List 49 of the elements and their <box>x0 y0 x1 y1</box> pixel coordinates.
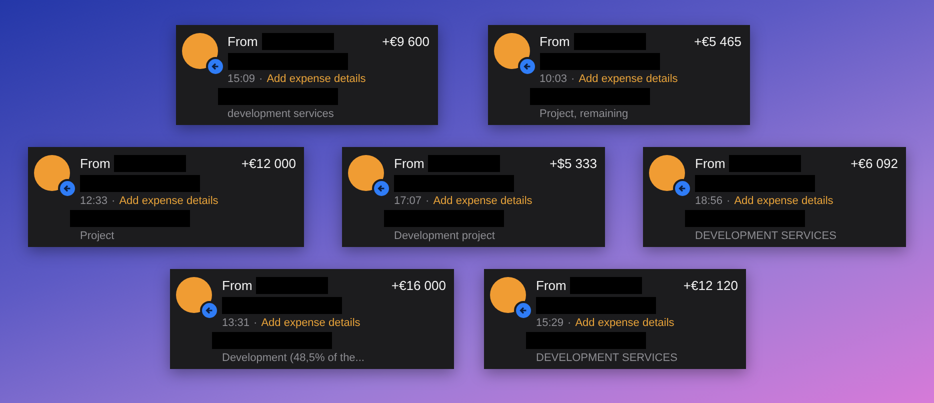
amount: +€6 092 <box>850 156 898 171</box>
separator: · <box>568 317 572 329</box>
add-expense-link[interactable]: Add expense details <box>261 317 360 329</box>
description: DEVELOPMENT SERVICES <box>695 230 838 242</box>
separator: · <box>259 73 263 85</box>
sender-label: From <box>222 278 252 293</box>
add-expense-link[interactable]: Add expense details <box>578 73 678 85</box>
amount: +€12 000 <box>241 156 296 171</box>
sender-label: From <box>228 34 258 49</box>
add-expense-link[interactable]: Add expense details <box>433 195 532 207</box>
avatar <box>649 155 685 191</box>
time: 18:56 <box>695 195 723 207</box>
add-expense-link[interactable]: Add expense details <box>119 195 218 207</box>
description: development services <box>228 108 335 120</box>
separator: · <box>254 317 258 329</box>
sender-label: From <box>80 156 110 171</box>
add-expense-link[interactable]: Add expense details <box>266 73 366 85</box>
time: 10:03 <box>540 73 568 85</box>
separator: · <box>112 195 116 207</box>
avatar <box>494 33 530 69</box>
time: 13:31 <box>222 317 250 329</box>
separator: · <box>426 195 430 207</box>
description: Project, remaining <box>540 108 630 120</box>
amount: +$5 333 <box>550 156 597 171</box>
time: 12:33 <box>80 195 108 207</box>
avatar <box>490 277 526 313</box>
time: 17:07 <box>394 195 422 207</box>
separator: · <box>726 195 730 207</box>
description: DEVELOPMENT SERVICES <box>536 352 678 364</box>
avatar <box>34 155 70 191</box>
separator: · <box>571 73 575 85</box>
add-expense-link[interactable]: Add expense details <box>575 317 674 329</box>
sender-label: From <box>540 34 570 49</box>
add-expense-link[interactable]: Add expense details <box>734 195 834 207</box>
avatar <box>348 155 384 191</box>
description: Development project <box>394 230 496 242</box>
time: 15:09 <box>228 73 256 85</box>
amount: +€12 120 <box>683 278 738 293</box>
avatar <box>182 33 218 69</box>
amount: +€9 600 <box>382 34 430 49</box>
sender-label: From <box>536 278 566 293</box>
amount: +€16 000 <box>391 278 446 293</box>
description: Development (48,5% of the... <box>222 352 366 364</box>
amount: +€5 465 <box>694 34 742 49</box>
sender-label: From <box>394 156 424 171</box>
description: Project <box>80 230 116 242</box>
sender-label: From <box>695 156 726 171</box>
time: 15:29 <box>536 317 564 329</box>
avatar <box>176 277 212 313</box>
